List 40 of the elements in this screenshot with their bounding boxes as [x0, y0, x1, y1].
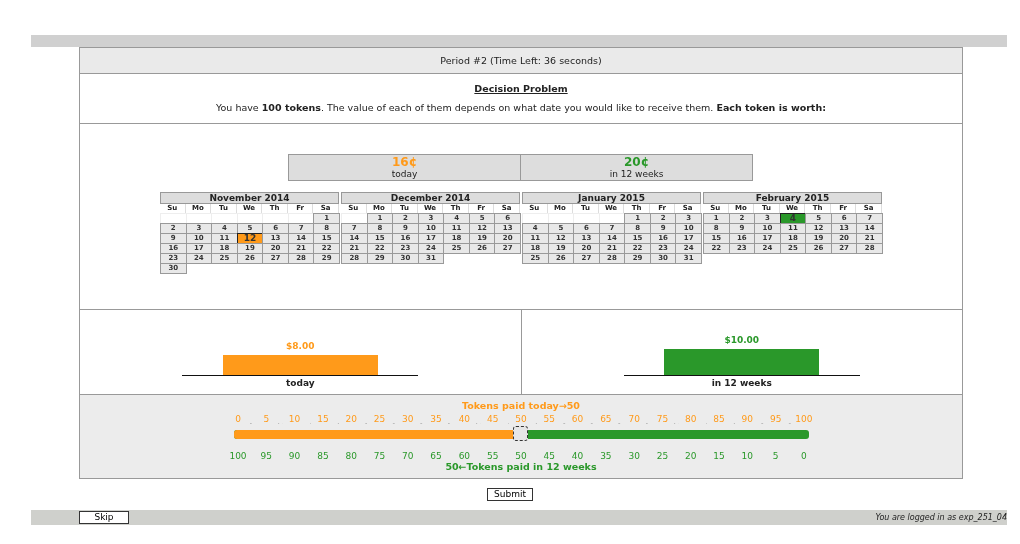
tick-label: 50 — [508, 414, 533, 424]
token-value-box: 16¢ today — [288, 154, 521, 181]
payout-label: in 12 weeks — [711, 378, 772, 388]
month-title: November 2014 — [160, 192, 339, 204]
tick-label: 55 — [537, 414, 562, 424]
month-title: February 2015 — [703, 192, 882, 204]
token-value-box: 20¢ in 12 weeks — [520, 154, 753, 181]
tick-label: 25 — [367, 414, 392, 424]
tick-label: 20 — [339, 414, 364, 424]
tick-label: 100 — [791, 414, 816, 424]
tick-label: 15 — [310, 414, 335, 424]
tick-label: 0 — [226, 414, 250, 424]
month-title: December 2014 — [341, 192, 520, 204]
tokens-today-label: Tokens paid today→50 — [462, 400, 580, 411]
tick-label: 85 — [707, 414, 732, 424]
tick-label: 45 — [480, 414, 505, 424]
slider-handle[interactable] — [513, 426, 528, 441]
payout-amount: $8.00 — [286, 341, 315, 351]
skip-button[interactable]: Skip — [79, 511, 129, 524]
tick-label: 65 — [593, 414, 618, 424]
tick-label: 5 — [254, 414, 279, 424]
instruction-text: You have 100 tokens. The value of each of them depends on what date you would like to receive them. Each token is worth: — [216, 102, 826, 113]
tick-label: 35 — [424, 414, 449, 424]
tick-label: 40 — [452, 414, 477, 424]
payout-label: today — [285, 378, 315, 388]
submit-button[interactable]: Submit — [487, 488, 533, 501]
tick-label: 10 — [282, 414, 307, 424]
tick-label: 95 — [763, 414, 788, 424]
period-header: Period #2 (Time Left: 36 seconds) — [80, 48, 962, 74]
tick-label: 90 — [735, 414, 760, 424]
tick-label: 70 — [622, 414, 647, 424]
tick-label: 80 — [678, 414, 703, 424]
decision-heading: Decision Problem — [474, 83, 568, 94]
payout-amount: $10.00 — [724, 335, 760, 345]
tick-label: 75 — [650, 414, 675, 424]
tokens-later-label: 50←Tokens paid in 12 weeks — [445, 461, 597, 472]
tick-label: 60 — [565, 414, 590, 424]
tick-label: 30 — [395, 414, 420, 424]
month-title: January 2015 — [522, 192, 701, 204]
login-status: You are logged in as exp_251_04 — [875, 513, 1007, 522]
